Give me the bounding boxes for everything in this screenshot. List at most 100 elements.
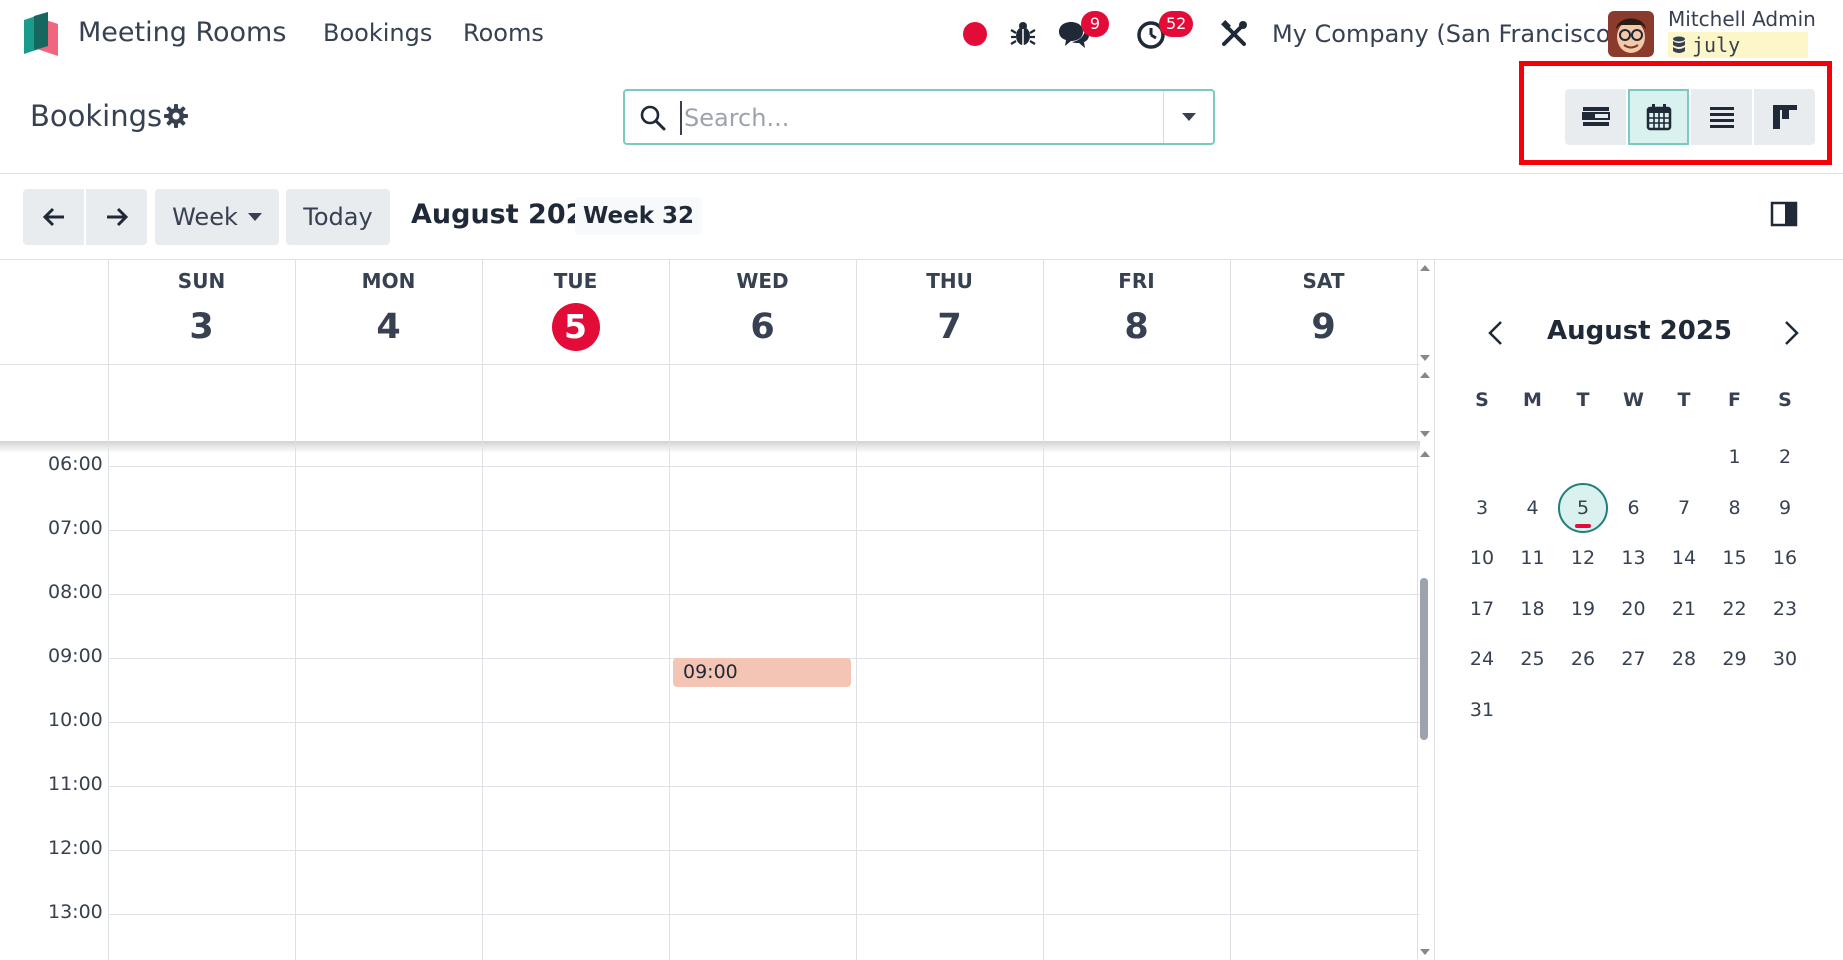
mini-day-of-week: F <box>1728 389 1741 411</box>
previous-button[interactable] <box>23 189 84 245</box>
app-name[interactable]: Meeting Rooms <box>78 17 286 48</box>
mini-calendar-day[interactable]: 18 <box>1508 584 1558 634</box>
mini-calendar-day[interactable]: 21 <box>1659 584 1709 634</box>
mini-calendar-day[interactable]: 31 <box>1457 685 1507 735</box>
mini-calendar-day[interactable]: 24 <box>1457 634 1507 684</box>
mini-calendar-day[interactable]: 8 <box>1710 483 1760 533</box>
all-day-row[interactable] <box>0 365 1420 441</box>
day-header-thu[interactable]: THU 7 <box>856 259 1043 365</box>
today-marker <box>1575 523 1591 528</box>
record-icon[interactable] <box>963 22 987 46</box>
day-of-week: FRI <box>1118 269 1155 293</box>
company-switcher[interactable]: My Company (San Francisco) <box>1272 20 1620 48</box>
mini-calendar-day[interactable]: 28 <box>1659 634 1709 684</box>
hour-line <box>108 914 1420 915</box>
mini-calendar-day[interactable]: 2 <box>1760 432 1810 482</box>
hour-line <box>108 722 1420 723</box>
avatar[interactable] <box>1608 11 1654 57</box>
mini-calendar-day[interactable]: 20 <box>1609 584 1659 634</box>
hour-label: 11:00 <box>48 773 103 795</box>
mini-calendar-day[interactable]: 19 <box>1558 584 1608 634</box>
hour-label: 13:00 <box>48 901 103 923</box>
hour-label: 09:00 <box>48 645 103 667</box>
mini-calendar-day[interactable]: 25 <box>1508 634 1558 684</box>
hour-label: 06:00 <box>48 453 103 475</box>
hour-line <box>108 594 1420 595</box>
menu-bookings[interactable]: Bookings <box>323 19 432 47</box>
mini-calendar-day[interactable]: 17 <box>1457 584 1507 634</box>
mini-calendar-day[interactable]: 7 <box>1659 483 1709 533</box>
search-input[interactable] <box>680 101 1130 135</box>
chevron-right-icon[interactable] <box>1780 319 1802 347</box>
bug-icon[interactable] <box>1008 18 1038 48</box>
menu-rooms[interactable]: Rooms <box>463 19 544 47</box>
mini-calendar-day[interactable]: 12 <box>1558 533 1608 583</box>
top-navbar: Meeting Rooms Bookings Rooms 9 52 My Com… <box>0 0 1843 70</box>
mini-calendar-day[interactable]: 27 <box>1609 634 1659 684</box>
tools-icon[interactable] <box>1218 18 1250 50</box>
scroll-up-icon[interactable] <box>1420 451 1430 457</box>
view-switcher-highlight <box>1519 61 1832 165</box>
side-panel-toggle-icon[interactable] <box>1770 200 1798 228</box>
day-header-tue[interactable]: TUE 5 <box>482 259 669 365</box>
day-of-week: THU <box>926 269 973 293</box>
day-header-mon[interactable]: MON 4 <box>295 259 482 365</box>
search-icon <box>640 105 666 131</box>
mini-calendar-day[interactable]: 10 <box>1457 533 1507 583</box>
user-name[interactable]: Mitchell Admin <box>1668 7 1816 31</box>
mini-calendar-day[interactable]: 14 <box>1659 533 1709 583</box>
hour-label: 12:00 <box>48 837 103 859</box>
day-of-week: MON <box>361 269 416 293</box>
mini-day-of-week: M <box>1523 389 1542 411</box>
allday-scroll-down-icon[interactable] <box>1420 431 1430 437</box>
next-button[interactable] <box>86 189 147 245</box>
gear-icon[interactable] <box>164 104 188 128</box>
day-number: 7 <box>937 307 962 347</box>
day-header-sat[interactable]: SAT 9 <box>1230 259 1417 365</box>
mini-calendar-day[interactable]: 29 <box>1710 634 1760 684</box>
mini-calendar-day[interactable]: 23 <box>1760 584 1810 634</box>
mini-calendar-day[interactable]: 1 <box>1710 432 1760 482</box>
mini-calendar-day[interactable]: 6 <box>1609 483 1659 533</box>
search-options-toggle[interactable] <box>1163 91 1213 143</box>
mini-calendar-day[interactable]: 16 <box>1760 533 1810 583</box>
mini-calendar-day[interactable]: 26 <box>1558 634 1608 684</box>
mini-calendar-day[interactable]: 9 <box>1760 483 1810 533</box>
scale-dropdown[interactable]: Week <box>155 189 279 245</box>
hour-line <box>108 850 1420 851</box>
search-bar <box>623 89 1215 145</box>
page-title[interactable]: Bookings <box>30 99 162 133</box>
messages-badge[interactable]: 9 <box>1081 11 1109 37</box>
scroll-down-icon[interactable] <box>1420 949 1430 955</box>
mini-calendar-day[interactable]: 15 <box>1710 533 1760 583</box>
hour-label: 08:00 <box>48 581 103 603</box>
day-column-divider <box>1417 259 1418 960</box>
calendar-event[interactable]: 09:00 <box>673 658 851 687</box>
database-chip: july <box>1668 32 1808 58</box>
app-logo-icon[interactable] <box>24 12 58 58</box>
day-header-fri[interactable]: FRI 8 <box>1043 259 1230 365</box>
day-header-sun[interactable]: SUN 3 <box>108 259 295 365</box>
mini-day-of-week: W <box>1623 389 1644 411</box>
day-header-wed[interactable]: WED 6 <box>669 259 856 365</box>
mini-calendar-day[interactable]: 13 <box>1609 533 1659 583</box>
mini-calendar-today[interactable]: 5 <box>1558 482 1608 533</box>
grid-scrollbar[interactable] <box>1420 578 1428 740</box>
scale-label: Week <box>172 203 238 231</box>
hour-line <box>108 530 1420 531</box>
mini-calendar-day[interactable]: 30 <box>1760 634 1810 684</box>
mini-calendar-day[interactable]: 4 <box>1508 483 1558 533</box>
mini-day-of-week: S <box>1475 389 1489 411</box>
mini-calendar-day[interactable]: 11 <box>1508 533 1558 583</box>
mini-calendar-day[interactable]: 22 <box>1710 584 1760 634</box>
header-scroll-down-icon[interactable] <box>1420 355 1430 361</box>
day-number: 3 <box>189 307 214 347</box>
day-number: 9 <box>1311 307 1336 347</box>
today-button[interactable]: Today <box>286 189 390 245</box>
allday-scroll-up-icon[interactable] <box>1420 372 1430 378</box>
activities-badge[interactable]: 52 <box>1159 11 1194 37</box>
mini-day-of-week: T <box>1576 389 1590 411</box>
arrow-left-icon <box>42 207 64 227</box>
mini-calendar-day[interactable]: 3 <box>1457 483 1507 533</box>
header-scroll-up-icon[interactable] <box>1420 265 1430 271</box>
